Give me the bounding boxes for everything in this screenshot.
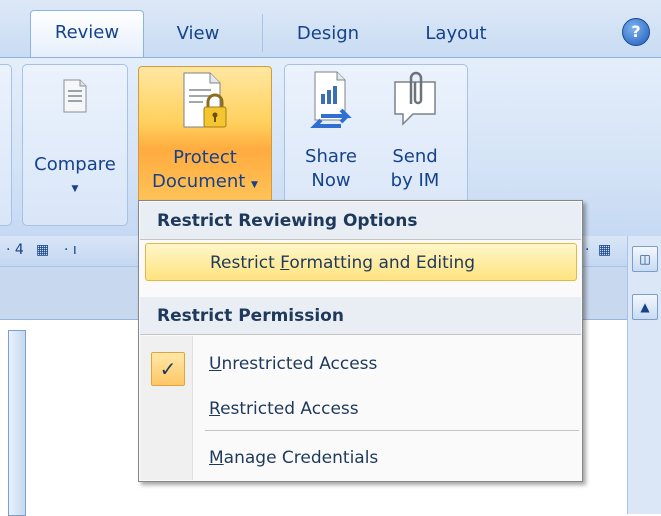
tab-design[interactable]: Design: [280, 12, 376, 56]
menu-item-label: anage Credentials: [223, 448, 379, 468]
share-label-line2: Now: [311, 170, 351, 191]
menu-item-label: estricted Access: [220, 399, 359, 419]
share-now-button[interactable]: Share Now: [294, 66, 368, 204]
menu-item-accel: U: [209, 354, 222, 374]
paperclip-speech-icon: [394, 71, 436, 126]
chevron-down-icon: ▼: [251, 180, 258, 190]
protect-label-line1: Protect: [173, 147, 237, 168]
share-label-line1: Share: [305, 146, 357, 167]
tab-layout[interactable]: Layout: [404, 12, 508, 56]
chevron-down-icon: ▼: [71, 184, 79, 194]
send-by-im-button[interactable]: Send by IM: [378, 66, 452, 204]
protect-label-line2: Document: [152, 171, 246, 192]
menu-item-unrestricted-access[interactable]: Unrestricted Access: [140, 345, 581, 383]
scrollbar-thumb[interactable]: [8, 330, 26, 516]
menu-item-accel: R: [209, 399, 221, 419]
share-document-icon: [310, 71, 352, 128]
ruler-mark: · 4: [6, 242, 24, 258]
ribbon-group-left: [0, 64, 12, 226]
view-ruler-icon[interactable]: ◫: [632, 246, 658, 272]
tab-review[interactable]: Review: [30, 10, 144, 59]
menu-separator: [205, 430, 579, 431]
menu-item-label-b: ormatting and Editing: [289, 253, 476, 273]
compare-button[interactable]: Compare ▼: [28, 74, 122, 204]
tab-divider: [262, 14, 263, 52]
protect-document-menu: Restrict Reviewing Options Restrict Form…: [138, 200, 583, 482]
scroll-up-icon[interactable]: ▲: [632, 294, 658, 320]
menu-section-permission: Restrict Permission: [140, 297, 581, 335]
send-label-line1: Send: [392, 146, 438, 167]
protect-label-line2-row: Document ▼: [139, 170, 271, 197]
menu-item-restricted-access[interactable]: Restricted Access: [140, 390, 581, 428]
vertical-scrollbar[interactable]: ◫ ▲: [627, 236, 661, 514]
menu-section-reviewing: Restrict Reviewing Options: [140, 202, 581, 240]
ribbon-tab-strip: Review View Design Layout ?: [0, 0, 661, 59]
grid-icon: ▦: [36, 242, 50, 258]
tab-view[interactable]: View: [158, 12, 238, 56]
ruler-mark-2: · ı: [64, 242, 77, 258]
protect-document-button[interactable]: Protect Document ▼: [138, 66, 272, 206]
grid-icon: ▦: [598, 242, 612, 258]
menu-item-label-a: Restrict: [210, 253, 281, 273]
ruler-tick: ·: [585, 242, 590, 258]
send-label-line2: by IM: [390, 170, 440, 191]
document-icon: [63, 79, 87, 113]
compare-label: Compare: [34, 154, 116, 175]
menu-item-accel: M: [209, 448, 224, 468]
help-icon[interactable]: ?: [622, 18, 650, 46]
lock-document-icon: [183, 72, 227, 128]
checkmark-icon: ✓: [151, 352, 185, 386]
menu-item-accel: F: [280, 253, 290, 273]
menu-item-manage-credentials[interactable]: Manage Credentials: [140, 439, 581, 477]
menu-item-label: nrestricted Access: [221, 354, 378, 374]
menu-item-restrict-formatting[interactable]: Restrict Formatting and Editing: [145, 243, 577, 281]
